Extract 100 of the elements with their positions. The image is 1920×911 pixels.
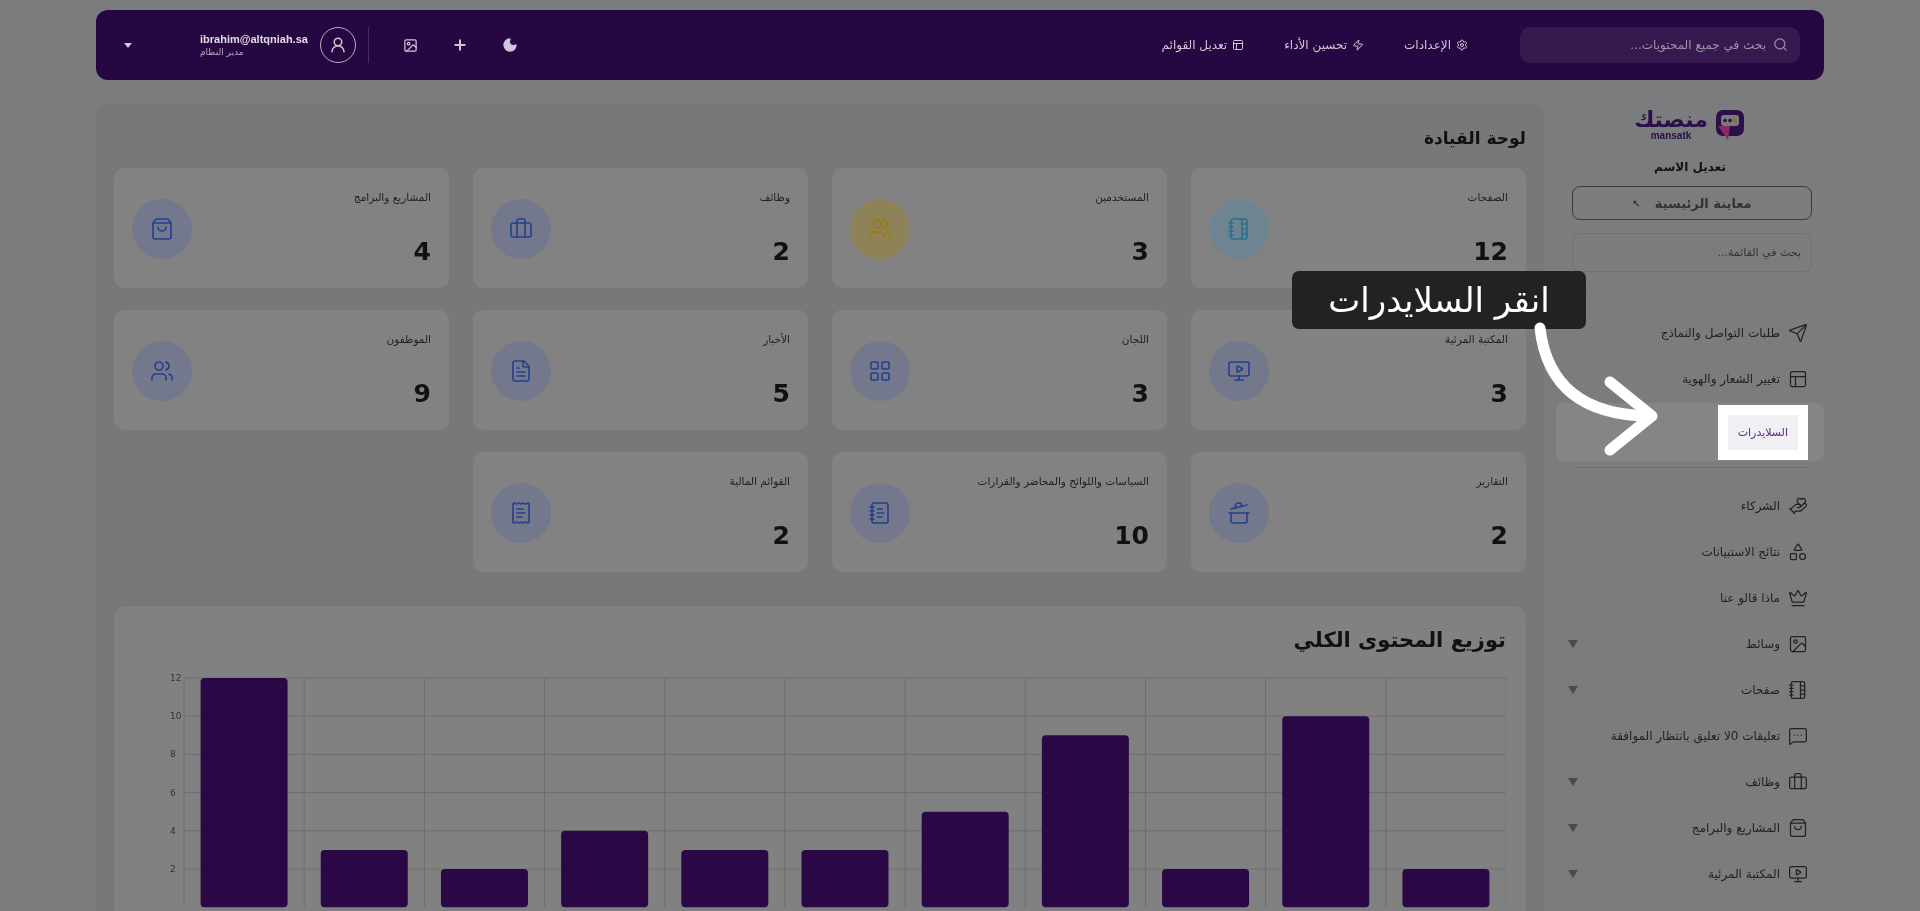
menu-label: الشركاء [1740, 499, 1780, 513]
image-icon [1788, 634, 1808, 654]
bag-icon [1788, 818, 1808, 838]
tick-label: 4 [170, 825, 176, 836]
logo-subtext: mansatk [1650, 131, 1692, 141]
card-label: اللجان [1121, 333, 1149, 345]
briefcase-icon [1788, 772, 1808, 792]
card-label: السياسات واللوائح والمحاضر والقرارات [977, 475, 1149, 487]
tick-label: 12 [170, 673, 182, 683]
users-icon [868, 216, 892, 241]
notebook-icon [1227, 216, 1251, 241]
card-label: التقارير [1476, 475, 1508, 487]
chart-title: توزيع المحتوى الكلي [1292, 628, 1506, 652]
caret-icon [1568, 686, 1578, 694]
menu-item[interactable]: وظائف [1556, 760, 1824, 804]
menu-item[interactable]: المكتبة المرئية [1556, 852, 1824, 896]
user-email: ibrahim@altqniah.sa [200, 33, 308, 45]
search-field[interactable]: بحث في جميع المحتويات... [1520, 27, 1800, 63]
notebook-icon [1788, 680, 1808, 700]
menu-label: وسائط [1745, 637, 1780, 651]
card-value: 2 [771, 237, 790, 266]
bag-icon [150, 216, 174, 241]
card-value: 3 [1130, 379, 1149, 408]
card-label: المكتبة المرئية [1445, 333, 1508, 345]
caret-icon [1568, 870, 1578, 878]
card-label: الأخبار [763, 333, 790, 345]
briefcase-icon [509, 216, 533, 241]
menu-item[interactable]: تغيير الشعار والهوية [1556, 357, 1824, 401]
tick-label: 10 [170, 711, 182, 722]
send-icon [1788, 323, 1808, 343]
monitor-icon [1788, 864, 1808, 884]
card-label: المستخدمين [1095, 191, 1149, 203]
card-value: 12 [1472, 237, 1508, 266]
menu-item[interactable]: السلايدرات [1556, 403, 1824, 461]
notebook-icon [868, 500, 892, 525]
site-name: تعديل الاسم [1653, 160, 1727, 174]
menu-label: وظائف [1745, 775, 1780, 789]
moon-icon[interactable] [501, 37, 518, 53]
card-label: القوائم المالية [729, 475, 790, 487]
menu-label: ماذا قالو عنا [1719, 591, 1780, 605]
shapes-icon [1788, 542, 1808, 562]
card-value: 9 [412, 379, 431, 408]
chat-icon [1788, 726, 1808, 746]
menu-item[interactable]: تعليقات 0لا تعليق بانتظار الموافقة [1556, 714, 1824, 758]
caret-icon [1568, 778, 1578, 786]
menu-item[interactable]: وسائط [1556, 622, 1824, 666]
caret-icon[interactable] [124, 42, 132, 48]
menu-item[interactable]: الشركاء [1556, 484, 1824, 528]
menu-label: المشاريع والبرامج [1691, 821, 1780, 835]
card-value: 3 [1130, 237, 1149, 266]
user-role: مدير النظام [200, 47, 244, 57]
highlighted-label: السلايدرات [1717, 404, 1808, 460]
menu-search-field[interactable]: بحث في القائمة... [1572, 233, 1812, 272]
grid-icon [868, 358, 892, 383]
page-title: لوحة القيادة [1422, 128, 1526, 148]
search-icon [1773, 37, 1788, 52]
users-icon [150, 358, 174, 383]
plus-icon[interactable] [451, 37, 468, 53]
preview-button[interactable]: معاينة الرئيسية ↖ [1572, 186, 1812, 220]
card-label: الصفحات [1467, 191, 1508, 203]
monitor-icon [1227, 358, 1251, 383]
card-value: 2 [1489, 521, 1508, 550]
nav-link[interactable]: الإعدادات [1404, 38, 1468, 52]
hand-icon [1788, 496, 1808, 516]
image-icon[interactable] [402, 37, 418, 53]
menu-item[interactable]: نتائج الاستبيانات [1556, 530, 1824, 574]
menu-label: طلبات التواصل والنماذج [1660, 326, 1780, 340]
nav-link[interactable]: تحسين الأداء [1284, 38, 1365, 52]
logo-icon [1713, 108, 1746, 142]
card-label: وظائف [759, 191, 790, 203]
card-value: 10 [1113, 521, 1149, 550]
card-value: 5 [771, 379, 790, 408]
tick-label: 2 [170, 864, 176, 874]
layout-icon [1788, 369, 1808, 389]
receipt-icon [509, 500, 533, 525]
caret-icon [1568, 640, 1578, 648]
pot-icon [1227, 500, 1251, 525]
nav-link[interactable]: تعديل القوائم [1161, 38, 1245, 52]
layout-icon [1232, 39, 1245, 51]
menu-item[interactable]: ماذا قالو عنا [1556, 576, 1824, 620]
document-icon [509, 358, 533, 383]
tick-label: 8 [170, 749, 176, 760]
menu-label: المكتبة المرئية [1708, 867, 1780, 881]
menu-label: تغيير الشعار والهوية [1682, 372, 1780, 386]
caret-icon [1568, 824, 1578, 832]
tour-tooltip: انقر السلايدرات [1292, 271, 1586, 329]
card-label: المشاريع والبرامج [353, 191, 431, 203]
crown-icon [1788, 588, 1808, 608]
card-value: 3 [1489, 379, 1508, 408]
card-label: الموظفون [386, 333, 431, 345]
settings-icon [1456, 39, 1468, 51]
menu-item[interactable]: المشاريع والبرامج [1556, 806, 1824, 850]
tick-label: 6 [170, 787, 176, 798]
menu-label: نتائج الاستبيانات [1701, 545, 1780, 559]
card-value: 2 [771, 521, 790, 550]
menu-label: صفحات [1741, 683, 1780, 697]
card-value: 4 [412, 237, 431, 266]
menu-label: تعليقات 0لا تعليق بانتظار الموافقة [1610, 729, 1780, 743]
lightning-icon [1352, 39, 1365, 51]
menu-item[interactable]: صفحات [1556, 668, 1824, 712]
